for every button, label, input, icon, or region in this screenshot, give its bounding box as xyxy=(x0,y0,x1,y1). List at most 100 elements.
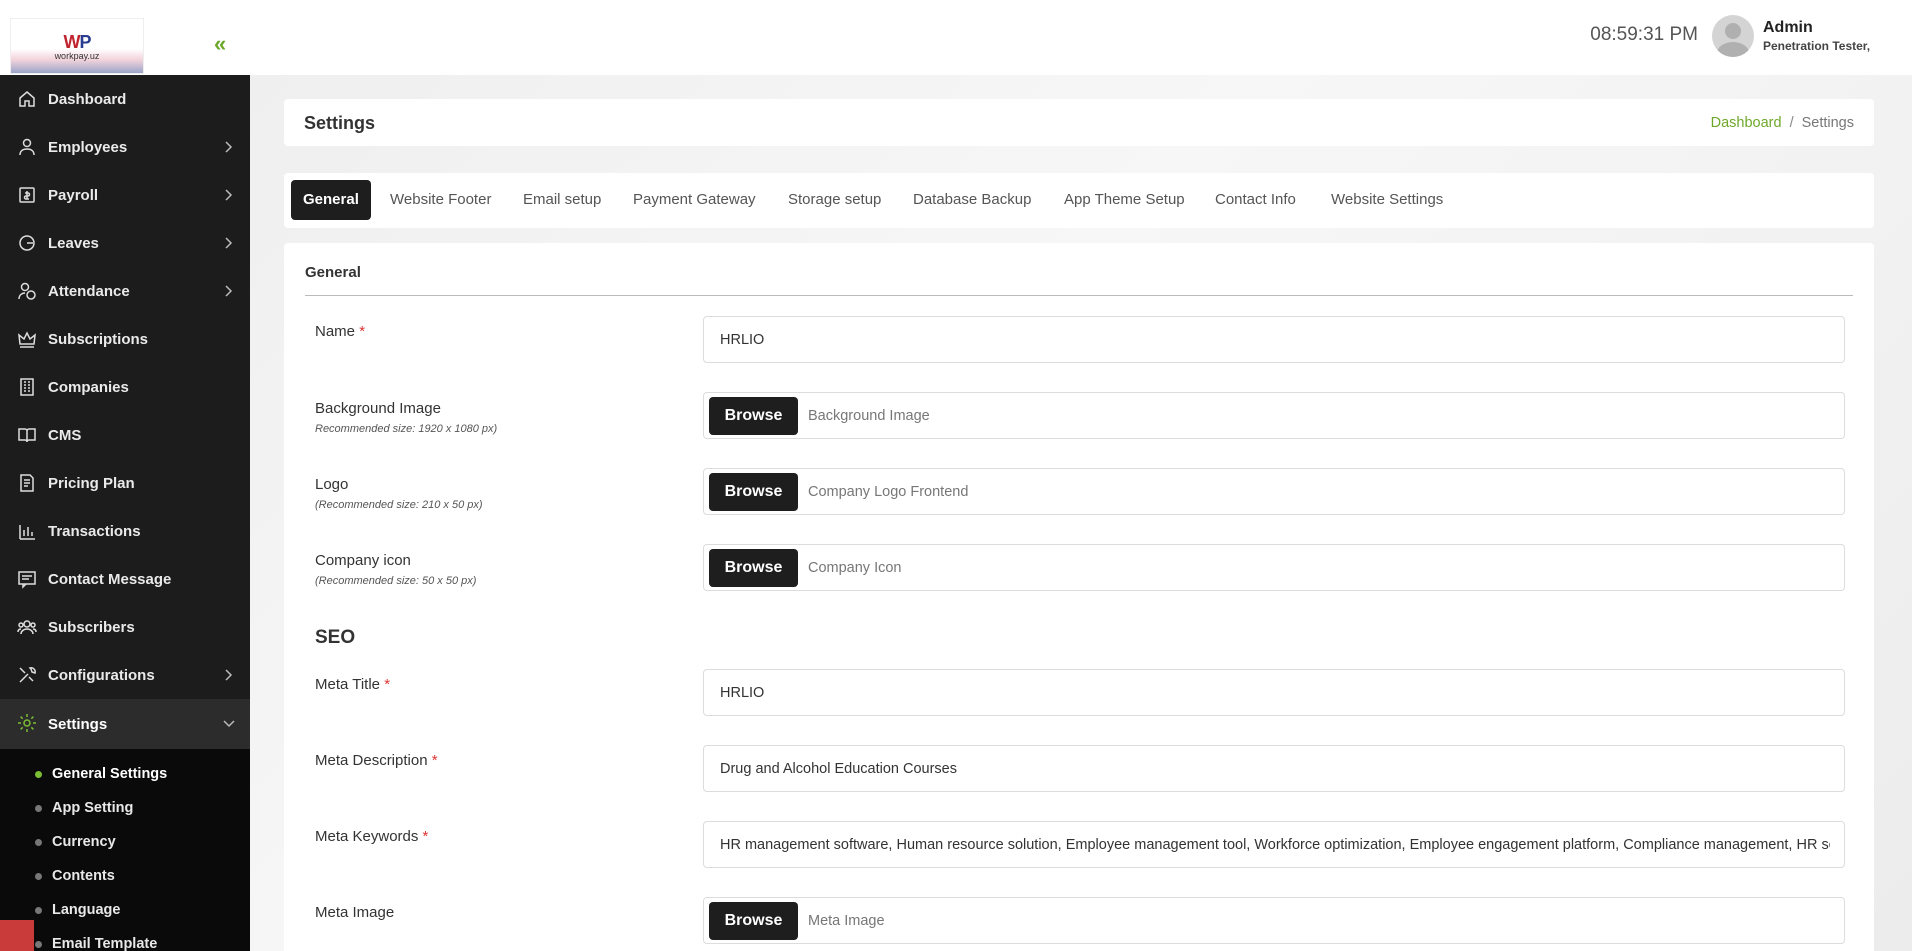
users-icon xyxy=(17,617,37,637)
logo-label: Logo xyxy=(315,476,349,493)
name-label: Name * xyxy=(315,323,366,340)
submenu-item-label: General Settings xyxy=(52,766,168,782)
app-logo[interactable]: WP workpay.uz xyxy=(10,18,144,74)
book-icon xyxy=(17,425,37,445)
user-icon xyxy=(17,137,37,157)
pricing-icon xyxy=(17,473,37,493)
chevron-right-icon xyxy=(222,185,236,205)
meta-title-label: Meta Title * xyxy=(315,676,391,693)
laravel-icon[interactable] xyxy=(0,920,34,951)
submenu-item-general-settings[interactable]: General Settings xyxy=(0,757,250,791)
seo-heading: SEO xyxy=(315,627,356,648)
tab-website-footer[interactable]: Website Footer xyxy=(390,180,491,220)
chevron-right-icon xyxy=(222,137,236,157)
logo-text: workpay.uz xyxy=(54,50,100,61)
sidebar-item-label: Payroll xyxy=(48,186,99,204)
background-image-hint: Recommended size: 1920 x 1080 px) xyxy=(315,423,498,435)
bullet-icon xyxy=(35,907,42,914)
bullet-icon xyxy=(35,873,42,880)
sidebar-item-subscriptions[interactable]: Subscriptions xyxy=(0,315,250,363)
sidebar-item-pricing-plan[interactable]: Pricing Plan xyxy=(0,459,250,507)
company-icon-hint: (Recommended size: 50 x 50 px) xyxy=(315,575,477,587)
meta-title-field[interactable]: HRLIO xyxy=(703,669,1845,716)
user-role: Penetration Tester, xyxy=(1763,39,1871,53)
sidebar-item-employees[interactable]: Employees xyxy=(0,123,250,171)
meta-image-browse-button[interactable]: Browse xyxy=(709,902,798,940)
avatar[interactable] xyxy=(1712,15,1754,57)
meta-image-placeholder: Meta Image xyxy=(808,913,885,929)
company-icon-input[interactable]: Browse Company Icon xyxy=(703,544,1845,591)
section-divider xyxy=(305,295,1853,296)
submenu-item-label: Currency xyxy=(52,834,116,850)
submenu-item-app-setting[interactable]: App Setting xyxy=(0,791,250,825)
logo-input[interactable]: Browse Company Logo Frontend xyxy=(703,468,1845,515)
sidebar-item-label: Configurations xyxy=(48,666,155,684)
company-icon-placeholder: Company Icon xyxy=(808,560,902,576)
sidebar-item-label: Transactions xyxy=(48,522,141,540)
sidebar-item-cms[interactable]: CMS xyxy=(0,411,250,459)
company-icon-label: Company icon xyxy=(315,552,411,569)
meta-keywords-field[interactable]: HR management software, Human resource s… xyxy=(703,821,1845,868)
name-field[interactable]: HRLIO xyxy=(703,316,1845,363)
settings-tabs: General Website Footer Email setup Payme… xyxy=(284,173,1874,228)
breadcrumb-dashboard-link[interactable]: Dashboard xyxy=(1711,115,1782,131)
clock: 08:59:31 PM xyxy=(1590,24,1698,45)
sidebar-item-companies[interactable]: Companies xyxy=(0,363,250,411)
tab-website-settings[interactable]: Website Settings xyxy=(1331,180,1443,220)
top-header: WP workpay.uz « 08:59:31 PM Admin Penetr… xyxy=(0,0,1912,75)
background-image-input[interactable]: Browse Background Image xyxy=(703,392,1845,439)
submenu-item-contents[interactable]: Contents xyxy=(0,859,250,893)
submenu-item-email-template[interactable]: Email Template xyxy=(0,927,250,951)
tab-app-theme-setup[interactable]: App Theme Setup xyxy=(1064,180,1185,220)
meta-description-label: Meta Description * xyxy=(315,752,438,769)
user-name[interactable]: Admin xyxy=(1763,19,1813,37)
crown-icon xyxy=(17,329,37,349)
page-header: Settings Dashboard / Settings xyxy=(284,99,1874,146)
logo-placeholder: Company Logo Frontend xyxy=(808,484,969,500)
sidebar-item-configurations[interactable]: Configurations xyxy=(0,651,250,699)
collapse-sidebar-icon[interactable]: « xyxy=(214,33,226,55)
sidebar-item-label: Pricing Plan xyxy=(48,474,135,492)
bullet-icon xyxy=(35,805,42,812)
meta-keywords-label: Meta Keywords * xyxy=(315,828,429,845)
tab-payment-gateway[interactable]: Payment Gateway xyxy=(633,180,756,220)
logo-browse-button[interactable]: Browse xyxy=(709,473,798,511)
sidebar-item-dashboard[interactable]: Dashboard xyxy=(0,75,250,123)
tab-email-setup[interactable]: Email setup xyxy=(523,180,601,220)
company-icon-browse-button[interactable]: Browse xyxy=(709,549,798,587)
submenu-item-currency[interactable]: Currency xyxy=(0,825,250,859)
sidebar-item-label: Companies xyxy=(48,378,129,396)
tab-database-backup[interactable]: Database Backup xyxy=(913,180,1031,220)
attendance-icon xyxy=(17,281,37,301)
sidebar-item-contact-message[interactable]: Contact Message xyxy=(0,555,250,603)
sidebar-item-label: Subscriptions xyxy=(48,330,149,348)
general-settings-form: General Name * HRLIO Background Image Re… xyxy=(284,243,1874,951)
sidebar-item-attendance[interactable]: Attendance xyxy=(0,267,250,315)
sidebar-item-subscribers[interactable]: Subscribers xyxy=(0,603,250,651)
submenu-item-language[interactable]: Language xyxy=(0,893,250,927)
tools-icon xyxy=(17,665,37,685)
background-image-placeholder: Background Image xyxy=(808,408,930,424)
sidebar-item-payroll[interactable]: Payroll xyxy=(0,171,250,219)
tab-storage-setup[interactable]: Storage setup xyxy=(788,180,881,220)
sidebar-item-label: Dashboard xyxy=(48,90,127,108)
bullet-icon xyxy=(35,941,42,948)
logo-mark: WP xyxy=(63,31,91,52)
building-icon xyxy=(17,377,37,397)
background-image-browse-button[interactable]: Browse xyxy=(709,397,798,435)
sidebar-item-transactions[interactable]: Transactions xyxy=(0,507,250,555)
tab-general[interactable]: General xyxy=(291,180,371,220)
home-icon xyxy=(17,89,37,109)
chevron-down-icon xyxy=(222,713,236,733)
chevron-right-icon xyxy=(222,233,236,253)
sidebar-item-leaves[interactable]: Leaves xyxy=(0,219,250,267)
tab-contact-info[interactable]: Contact Info xyxy=(1215,180,1296,220)
section-title: General xyxy=(305,264,361,281)
name-value: HRLIO xyxy=(720,332,765,348)
meta-description-field[interactable]: Drug and Alcohol Education Courses xyxy=(703,745,1845,792)
logo-hint: (Recommended size: 210 x 50 px) xyxy=(315,499,483,511)
sidebar-item-settings[interactable]: Settings xyxy=(0,699,250,749)
meta-image-input[interactable]: Browse Meta Image xyxy=(703,897,1845,944)
sidebar-item-label: Contact Message xyxy=(48,570,172,588)
bar-chart-icon xyxy=(17,521,37,541)
